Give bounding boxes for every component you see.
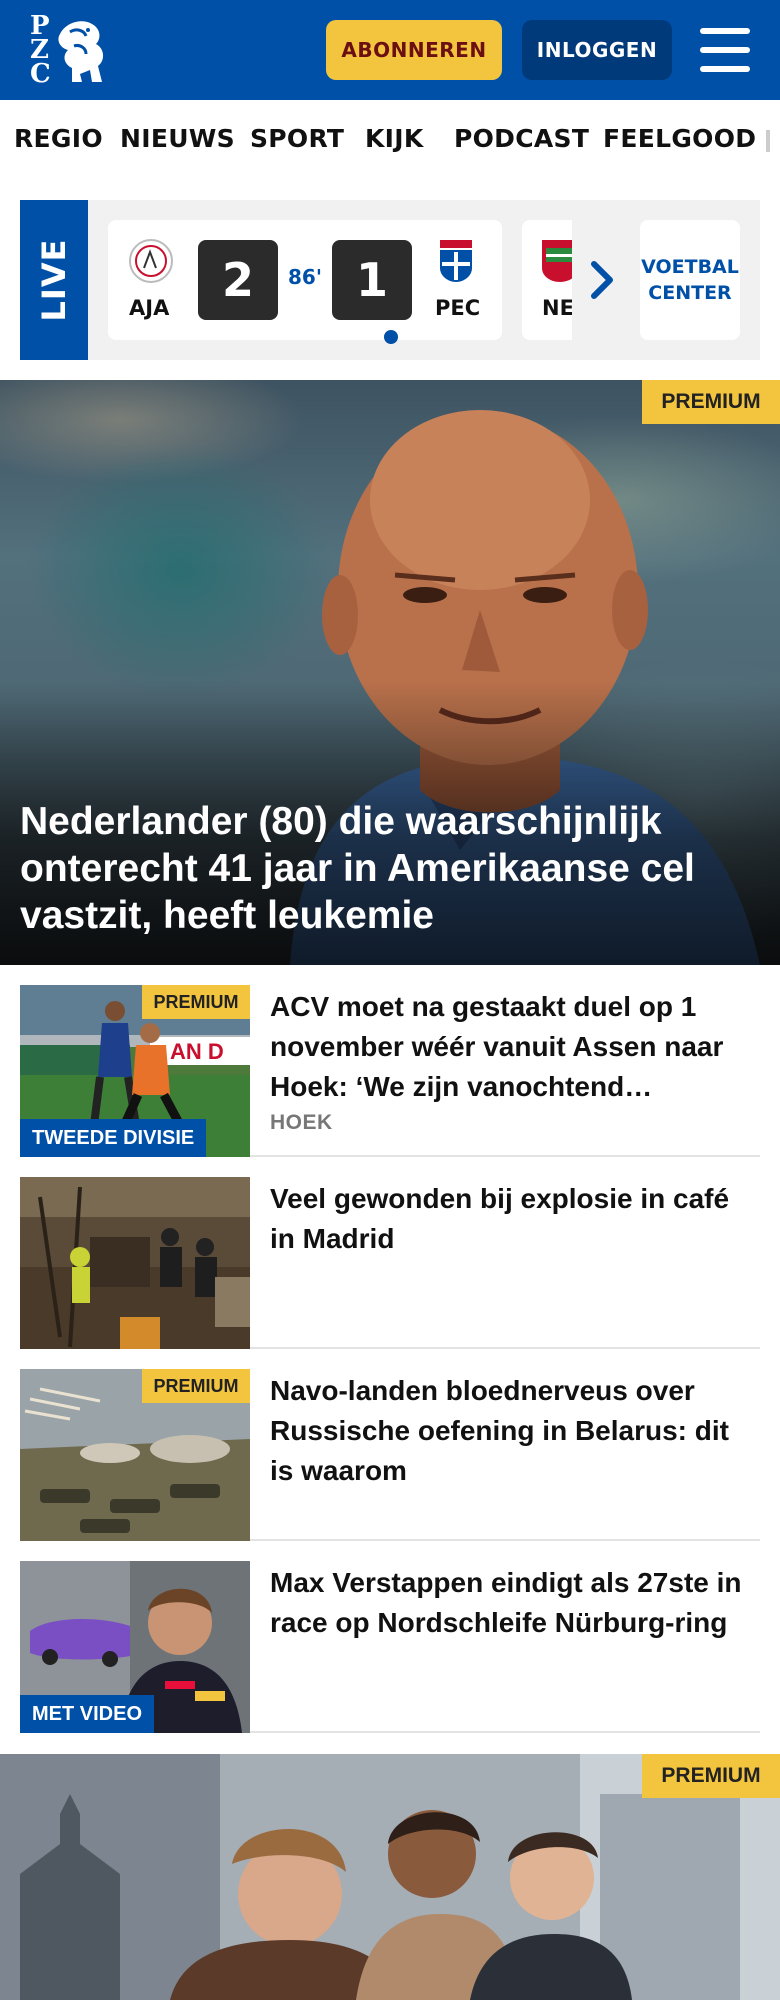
live-label-text: LIVE (35, 238, 73, 322)
nav-item-podcast[interactable]: PODCAST (454, 124, 589, 153)
live-indicator-dot (384, 330, 398, 344)
article-item[interactable]: Veel gewonden bij explosie in café in Ma… (20, 1177, 760, 1349)
subscribe-button[interactable]: ABONNEREN (326, 20, 502, 80)
premium-badge: PREMIUM (642, 1754, 780, 1798)
second-hero-article[interactable]: PREMIUM (0, 1754, 780, 2000)
article-item[interactable]: MET VIDEO Max Verstappen eindigt als 27s… (20, 1561, 760, 1733)
hero-article[interactable]: PREMIUM Nederlander (80) die waarschijnl… (0, 380, 780, 965)
article-title[interactable]: ACV moet na gestaakt duel op 1 november … (270, 987, 760, 1107)
logo-letters: PZC (30, 11, 51, 89)
away-score: 1 (332, 240, 412, 320)
home-score: 2 (198, 240, 278, 320)
premium-badge: PREMIUM (142, 1369, 250, 1403)
article-title[interactable]: Max Verstappen eindigt als 27ste in race… (270, 1563, 760, 1643)
article-location: HOEK (270, 1111, 333, 1134)
article-thumbnail: PREMIUM (20, 1369, 250, 1541)
article-title[interactable]: Navo-landen bloednerveus over Russische … (270, 1371, 760, 1491)
nec-logo-icon (542, 240, 572, 282)
pzc-logo[interactable]: PZC (30, 11, 112, 89)
next-team-name: NE (542, 296, 572, 320)
login-button[interactable]: INLOGGEN (522, 20, 672, 80)
nav-item-regio[interactable]: REGIO (14, 124, 103, 153)
hero-title[interactable]: Nederlander (80) die waarschijnlijk onte… (20, 798, 760, 939)
live-label: LIVE (20, 200, 88, 360)
nav-item-nieuws[interactable]: NIEUWS (120, 124, 235, 153)
match-card[interactable]: AJA 2 86' 1 PEC (108, 220, 502, 344)
nav-overflow-hint (766, 130, 770, 152)
voetbal-center-line1: VOETBAL (641, 256, 739, 278)
svg-text:AN D: AN D (170, 1039, 224, 1064)
next-match-card[interactable]: NE (522, 220, 572, 340)
article-item[interactable]: AN D PREMIUM TWEEDE DIVISIE ACV moet na … (20, 985, 760, 1157)
premium-badge: PREMIUM (142, 985, 250, 1019)
article-item[interactable]: PREMIUM Navo-landen bloednerveus over Ru… (20, 1369, 760, 1541)
menu-icon[interactable] (700, 28, 750, 72)
article-thumbnail: AN D PREMIUM TWEEDE DIVISIE (20, 985, 250, 1157)
article-thumbnail (20, 1177, 250, 1349)
premium-badge: PREMIUM (642, 380, 780, 424)
section-nav: REGIO NIEUWS SPORT KIJK PODCAST FEELGOOD (0, 100, 780, 182)
video-tag[interactable]: MET VIDEO (20, 1695, 155, 1733)
home-team-name: AJA (129, 296, 170, 320)
nav-item-kijk[interactable]: KIJK (365, 124, 424, 153)
match-minute: 86' (288, 265, 322, 289)
chevron-right-icon[interactable] (586, 258, 618, 302)
nav-item-feelgood[interactable]: FEELGOOD (603, 124, 756, 153)
explosion-photo (20, 1177, 250, 1349)
ajax-logo-icon (129, 239, 173, 283)
nav-item-sport[interactable]: SPORT (250, 124, 344, 153)
article-title[interactable]: Veel gewonden bij explosie in café in Ma… (270, 1179, 760, 1259)
article-thumbnail: MET VIDEO (20, 1561, 250, 1733)
lion-icon (58, 21, 104, 82)
pec-logo-icon (440, 240, 472, 282)
away-team-name: PEC (435, 296, 481, 320)
category-tag[interactable]: TWEEDE DIVISIE (20, 1119, 207, 1157)
voetbal-center-line2: CENTER (648, 282, 732, 304)
top-header: PZC ABONNEREN INLOGGEN (0, 0, 780, 100)
live-scores-widget: LIVE AJA 2 86' 1 PEC NE VOETBAL CENTER (20, 200, 760, 360)
voetbal-center-button[interactable]: VOETBAL CENTER (640, 220, 740, 340)
